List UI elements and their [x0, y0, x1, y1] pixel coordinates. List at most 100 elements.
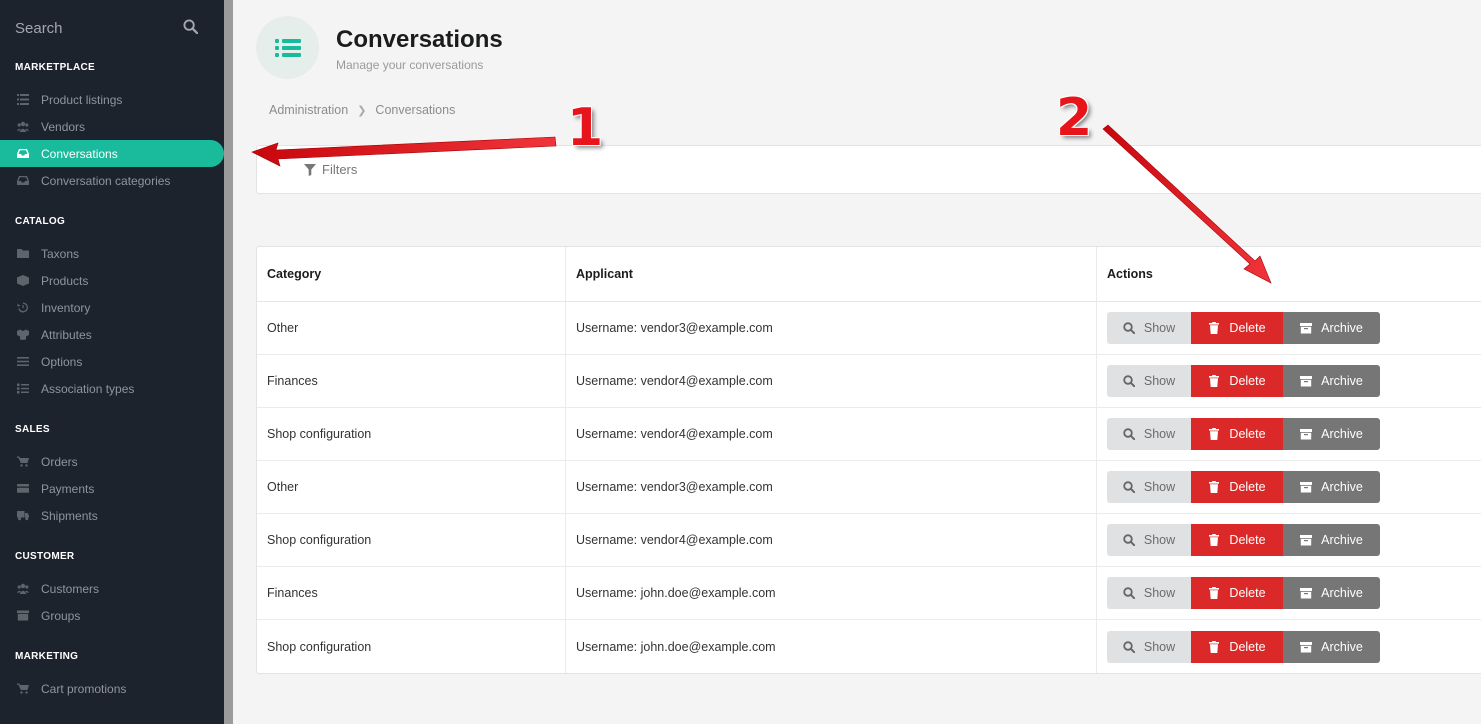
annotation-marker-2: 2 — [1056, 88, 1093, 148]
archive-icon — [1300, 535, 1313, 546]
credit-card-icon — [16, 483, 29, 495]
sidebar-item-vendors[interactable]: Vendors — [0, 113, 224, 140]
show-button[interactable]: Show — [1107, 312, 1191, 344]
sidebar-item-label: Groups — [41, 608, 81, 623]
sidebar-item-conversation-categories[interactable]: Conversation categories — [0, 167, 224, 194]
show-button[interactable]: Show — [1107, 471, 1191, 503]
delete-button[interactable]: Delete — [1191, 365, 1283, 397]
sidebar-section-title: MARKETPLACE — [15, 62, 95, 73]
archive-button[interactable]: Archive — [1283, 365, 1380, 397]
sidebar-item-inventory[interactable]: Inventory — [0, 294, 224, 321]
search-icon — [1123, 587, 1135, 599]
delete-label: Delete — [1229, 639, 1266, 654]
show-label: Show — [1143, 533, 1176, 547]
search-icon[interactable] — [183, 18, 199, 38]
search-icon — [1123, 375, 1135, 387]
sidebar-item-options[interactable]: Options — [0, 348, 224, 375]
delete-label: Delete — [1229, 480, 1266, 494]
archive-icon — [16, 610, 29, 622]
table-row: Finances Username: vendor4@example.com Sho… — [257, 355, 1481, 408]
trash-icon — [1209, 428, 1220, 440]
actions-cell: Show Delete Archive — [1097, 302, 1481, 354]
column-header-applicant[interactable]: Applicant — [566, 247, 1097, 301]
sidebar-item-label: Conversations — [41, 146, 118, 161]
archive-label: Archive — [1321, 374, 1363, 388]
show-button[interactable]: Show — [1107, 418, 1191, 450]
category-cell: Shop configuration — [257, 514, 566, 566]
archive-button[interactable]: Archive — [1283, 312, 1380, 344]
sidebar-item-association-types[interactable]: Association types — [0, 375, 224, 402]
column-header-category[interactable]: Category — [257, 247, 566, 301]
sidebar-item-shipments[interactable]: Shipments — [0, 502, 224, 529]
sidebar-item-product-listings[interactable]: Product listings — [0, 86, 224, 113]
sidebar-search[interactable]: Search — [0, 0, 224, 56]
actions-cell: Show Delete Archive — [1097, 514, 1481, 566]
sidebar-section-title: CUSTOMER — [15, 551, 75, 562]
search-icon — [1123, 322, 1135, 334]
archive-button[interactable]: Archive — [1283, 577, 1380, 609]
archive-button[interactable]: Archive — [1283, 630, 1380, 663]
category-cell: Finances — [257, 355, 566, 407]
delete-button[interactable]: Delete — [1191, 524, 1283, 556]
archive-label: Archive — [1321, 639, 1363, 654]
sidebar-item-label: Customers — [41, 581, 100, 596]
applicant-cell: Username: vendor4@example.com — [566, 355, 1097, 407]
archive-icon — [1300, 429, 1313, 440]
sidebar-section-title: SALES — [15, 424, 50, 435]
show-label: Show — [1143, 586, 1176, 600]
sidebar-item-label: Vendors — [41, 119, 86, 134]
sidebar-item-customers[interactable]: Customers — [0, 575, 224, 602]
filters-panel: Filters — [256, 145, 1481, 194]
table-row: Shop configuration Username: vendor4@exam… — [257, 514, 1481, 567]
sliders-icon — [16, 356, 29, 368]
sidebar-scrollbar[interactable] — [224, 0, 233, 724]
show-button[interactable]: Show — [1107, 524, 1191, 556]
table-body: Other Username: vendor3@example.com Show De… — [257, 302, 1481, 673]
table-header: Category Applicant Actions — [257, 247, 1481, 302]
sidebar-item-products[interactable]: Products — [0, 267, 224, 294]
archive-button[interactable]: Archive — [1283, 418, 1380, 450]
applicant-cell: Username: vendor4@example.com — [566, 408, 1097, 460]
sidebar-item-cart-promotions[interactable]: Cart promotions — [0, 675, 224, 702]
archive-icon — [1300, 376, 1313, 387]
delete-button[interactable]: Delete — [1191, 630, 1283, 663]
sidebar-item-taxons[interactable]: Taxons — [0, 240, 224, 267]
show-button[interactable]: Show — [1107, 365, 1191, 397]
search-input[interactable]: Search — [15, 20, 63, 37]
archive-button[interactable]: Archive — [1283, 524, 1380, 556]
show-button[interactable]: Show — [1107, 577, 1191, 609]
sidebar-item-attributes[interactable]: Attributes — [0, 321, 224, 348]
category-cell: Other — [257, 302, 566, 354]
archive-icon — [1300, 482, 1313, 493]
sidebar-item-conversations[interactable]: Conversations — [0, 140, 224, 167]
delete-button[interactable]: Delete — [1191, 471, 1283, 503]
sidebar-item-payments[interactable]: Payments — [0, 475, 224, 502]
search-icon — [1123, 428, 1135, 440]
trash-icon — [1209, 375, 1220, 387]
sidebar-item-label: Payments — [41, 481, 95, 496]
filters-toggle[interactable]: Filters — [304, 162, 357, 177]
sidebar-item-label: Product listings — [41, 92, 123, 107]
tasks-icon — [16, 383, 29, 395]
applicant-cell: Username: vendor4@example.com — [566, 514, 1097, 566]
delete-label: Delete — [1229, 586, 1266, 600]
trash-icon — [1209, 640, 1220, 653]
page-subtitle: Manage your conversations — [336, 58, 484, 72]
breadcrumb-administration[interactable]: Administration — [269, 103, 348, 117]
delete-button[interactable]: Delete — [1191, 577, 1283, 609]
archive-button[interactable]: Archive — [1283, 471, 1380, 503]
show-label: Show — [1143, 321, 1176, 335]
archive-label: Archive — [1321, 321, 1363, 335]
sidebar-item-label: Products — [41, 273, 89, 288]
show-button[interactable]: Show — [1107, 630, 1191, 663]
sidebar-item-orders[interactable]: Orders — [0, 448, 224, 475]
sidebar-item-label: Shipments — [41, 508, 98, 523]
sidebar-section-title: CATALOG — [15, 216, 66, 227]
breadcrumb: Administration ❯ Conversations — [269, 103, 455, 117]
delete-button[interactable]: Delete — [1191, 418, 1283, 450]
delete-button[interactable]: Delete — [1191, 312, 1283, 344]
sidebar-item-label: Orders — [41, 454, 78, 469]
sidebar-item-groups[interactable]: Groups — [0, 602, 224, 629]
breadcrumb-current: Conversations — [375, 103, 456, 117]
sidebar-item-label: Cart promotions — [41, 681, 127, 696]
